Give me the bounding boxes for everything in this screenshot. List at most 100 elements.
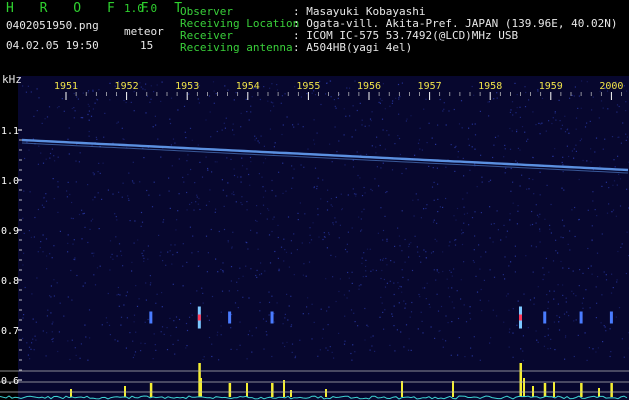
noise-dot	[47, 309, 49, 311]
noise-dot	[524, 86, 526, 88]
noise-dot	[291, 165, 293, 167]
noise-dot	[75, 160, 77, 162]
noise-dot	[531, 210, 533, 213]
noise-dot	[46, 268, 48, 270]
noise-dot	[418, 139, 420, 141]
noise-dot	[481, 181, 483, 183]
noise-dot	[31, 342, 33, 344]
noise-dot	[488, 300, 490, 302]
noise-dot	[186, 345, 188, 347]
noise-dot	[476, 186, 478, 188]
noise-dot	[517, 205, 519, 207]
noise-dot	[600, 100, 603, 102]
noise-dot	[237, 176, 239, 178]
noise-dot	[294, 357, 296, 359]
noise-dot	[46, 315, 48, 317]
noise-dot	[53, 245, 55, 247]
noise-dot	[98, 162, 100, 164]
noise-dot	[526, 188, 528, 190]
noise-dot	[349, 87, 351, 89]
noise-dot	[410, 349, 412, 351]
noise-dot	[591, 273, 593, 275]
noise-dot	[189, 127, 192, 129]
noise-dot	[344, 315, 346, 317]
noise-dot	[611, 136, 614, 138]
noise-dot	[626, 188, 628, 190]
noise-dot	[162, 221, 164, 223]
noise-dot	[338, 290, 340, 293]
noise-dot	[347, 271, 349, 274]
noise-dot	[246, 168, 248, 170]
noise-dot	[575, 319, 577, 321]
noise-dot	[514, 82, 516, 84]
noise-dot	[380, 296, 382, 298]
noise-dot	[480, 154, 482, 156]
noise-dot	[508, 331, 510, 333]
noise-dot	[104, 112, 106, 114]
noise-dot	[261, 176, 263, 178]
detector-spike	[523, 378, 525, 397]
noise-dot	[453, 307, 455, 309]
noise-dot	[277, 257, 279, 259]
noise-dot	[135, 331, 137, 333]
noise-dot	[545, 257, 547, 259]
noise-dot	[210, 136, 212, 138]
noise-dot	[254, 135, 256, 137]
noise-dot	[564, 358, 566, 360]
noise-dot	[143, 260, 145, 262]
noise-dot	[596, 302, 598, 304]
noise-dot	[535, 204, 537, 206]
noise-dot	[322, 179, 324, 181]
noise-dot	[415, 193, 417, 195]
noise-dot	[167, 251, 169, 253]
noise-dot	[134, 220, 136, 222]
noise-dot	[485, 251, 487, 253]
noise-dot	[149, 284, 151, 286]
noise-dot	[375, 152, 377, 154]
noise-dot	[481, 176, 483, 178]
noise-dot	[260, 262, 262, 264]
noise-dot	[532, 157, 534, 159]
noise-dot	[23, 314, 25, 316]
noise-dot	[177, 210, 179, 212]
noise-dot	[564, 115, 566, 117]
noise-dot	[256, 232, 258, 234]
time-tick-label: 1956	[357, 81, 381, 92]
noise-dot	[293, 168, 295, 170]
noise-dot	[306, 306, 308, 308]
noise-dot	[284, 313, 286, 315]
noise-dot	[105, 317, 107, 319]
noise-dot	[575, 150, 577, 152]
noise-dot	[189, 316, 191, 318]
noise-dot	[287, 216, 290, 218]
noise-dot	[26, 141, 28, 143]
noise-dot	[512, 308, 514, 310]
noise-dot	[67, 296, 69, 298]
noise-dot	[50, 312, 52, 314]
noise-dot	[255, 327, 257, 329]
noise-dot	[294, 86, 296, 88]
noise-dot	[381, 302, 383, 304]
noise-dot	[284, 93, 286, 95]
noise-dot	[49, 295, 51, 297]
noise-dot	[351, 282, 353, 284]
noise-dot	[120, 250, 122, 252]
noise-dot	[230, 348, 232, 350]
noise-dot	[87, 90, 90, 92]
noise-dot	[573, 157, 575, 159]
noise-dot	[152, 358, 154, 360]
noise-dot	[249, 184, 251, 186]
noise-dot	[443, 108, 445, 110]
noise-dot	[549, 290, 551, 292]
noise-dot	[508, 346, 510, 348]
noise-dot	[320, 308, 322, 310]
noise-dot	[207, 169, 209, 171]
noise-dot	[84, 324, 86, 326]
noise-dot	[453, 268, 455, 270]
noise-dot	[436, 269, 438, 271]
noise-dot	[539, 171, 541, 173]
noise-dot	[302, 126, 304, 128]
noise-dot	[216, 161, 218, 163]
noise-dot	[182, 243, 184, 245]
noise-dot	[408, 338, 410, 340]
